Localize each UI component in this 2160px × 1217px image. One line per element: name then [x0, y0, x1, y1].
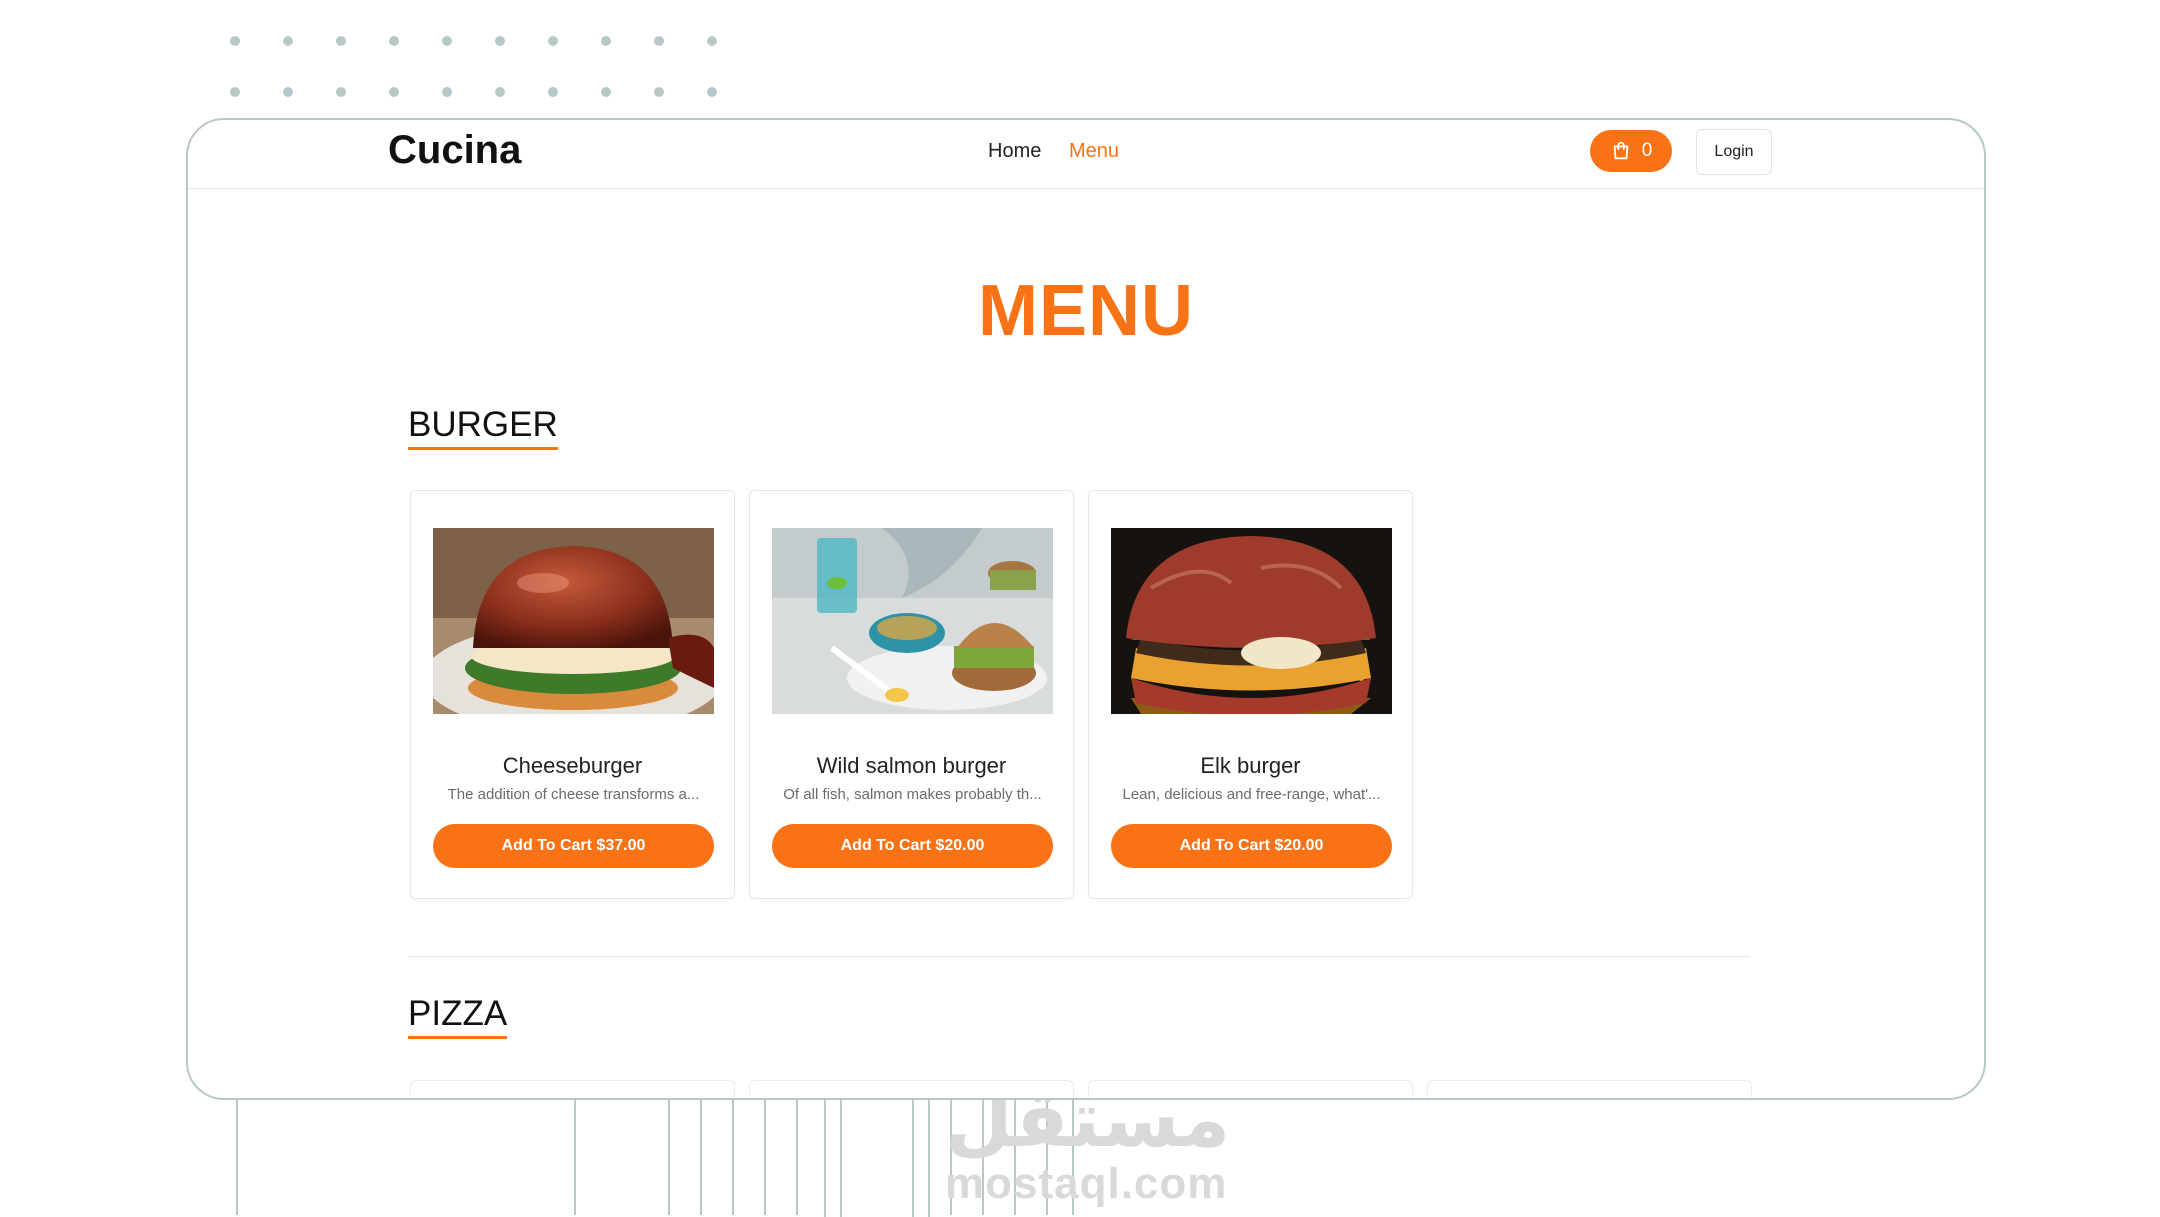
nav-link-home[interactable]: Home — [988, 140, 1041, 163]
menu-item-name: Wild salmon burger — [816, 753, 1007, 778]
add-to-cart-button[interactable]: Add To Cart $20.00 — [1111, 824, 1392, 868]
nav-link-menu[interactable]: Menu — [1069, 140, 1119, 163]
menu-item-card — [749, 1080, 1074, 1098]
menu-item-description: Of all fish, salmon makes probably th... — [783, 786, 1042, 803]
brand-logo[interactable]: Cucina — [388, 128, 521, 173]
menu-item-card: Cheeseburger The addition of cheese tran… — [410, 490, 735, 899]
cart-button[interactable]: 0 — [1590, 130, 1672, 172]
section-title-burger: BURGER — [408, 405, 558, 450]
menu-item-description: The addition of cheese transforms a... — [447, 786, 700, 803]
cheeseburger-image — [433, 528, 714, 714]
section-title-pizza: PIZZA — [408, 994, 508, 1039]
menu-item-name: Cheeseburger — [502, 753, 643, 778]
menu-item-description: Lean, delicious and free-range, what'... — [1122, 786, 1381, 803]
menu-item-card — [1427, 1080, 1752, 1098]
menu-item-card — [410, 1080, 735, 1098]
login-button[interactable]: Login — [1696, 129, 1772, 175]
watermark-latin: mostaql.com — [945, 1159, 1228, 1208]
decorative-dot-grid — [230, 36, 750, 106]
menu-item-card — [1088, 1080, 1413, 1098]
add-to-cart-button[interactable]: Add To Cart $20.00 — [772, 824, 1053, 868]
wild-salmon-burger-image — [772, 528, 1053, 714]
menu-item-card: Wild salmon burger Of all fish, salmon m… — [749, 490, 1074, 899]
add-to-cart-button[interactable]: Add To Cart $37.00 — [433, 824, 714, 868]
section-divider — [408, 956, 1750, 957]
browser-frame: Cucina Home Menu 0 Login MENU BURGER Che… — [186, 118, 1986, 1100]
menu-item-card: Elk burger Lean, delicious and free-rang… — [1088, 490, 1413, 899]
shopping-bag-icon — [1610, 140, 1632, 162]
menu-item-name: Elk burger — [1200, 753, 1301, 778]
page-title: MENU — [978, 271, 1194, 351]
cart-count: 0 — [1641, 140, 1653, 161]
elk-burger-image — [1111, 528, 1392, 714]
navbar: Cucina Home Menu 0 Login — [188, 120, 1984, 189]
